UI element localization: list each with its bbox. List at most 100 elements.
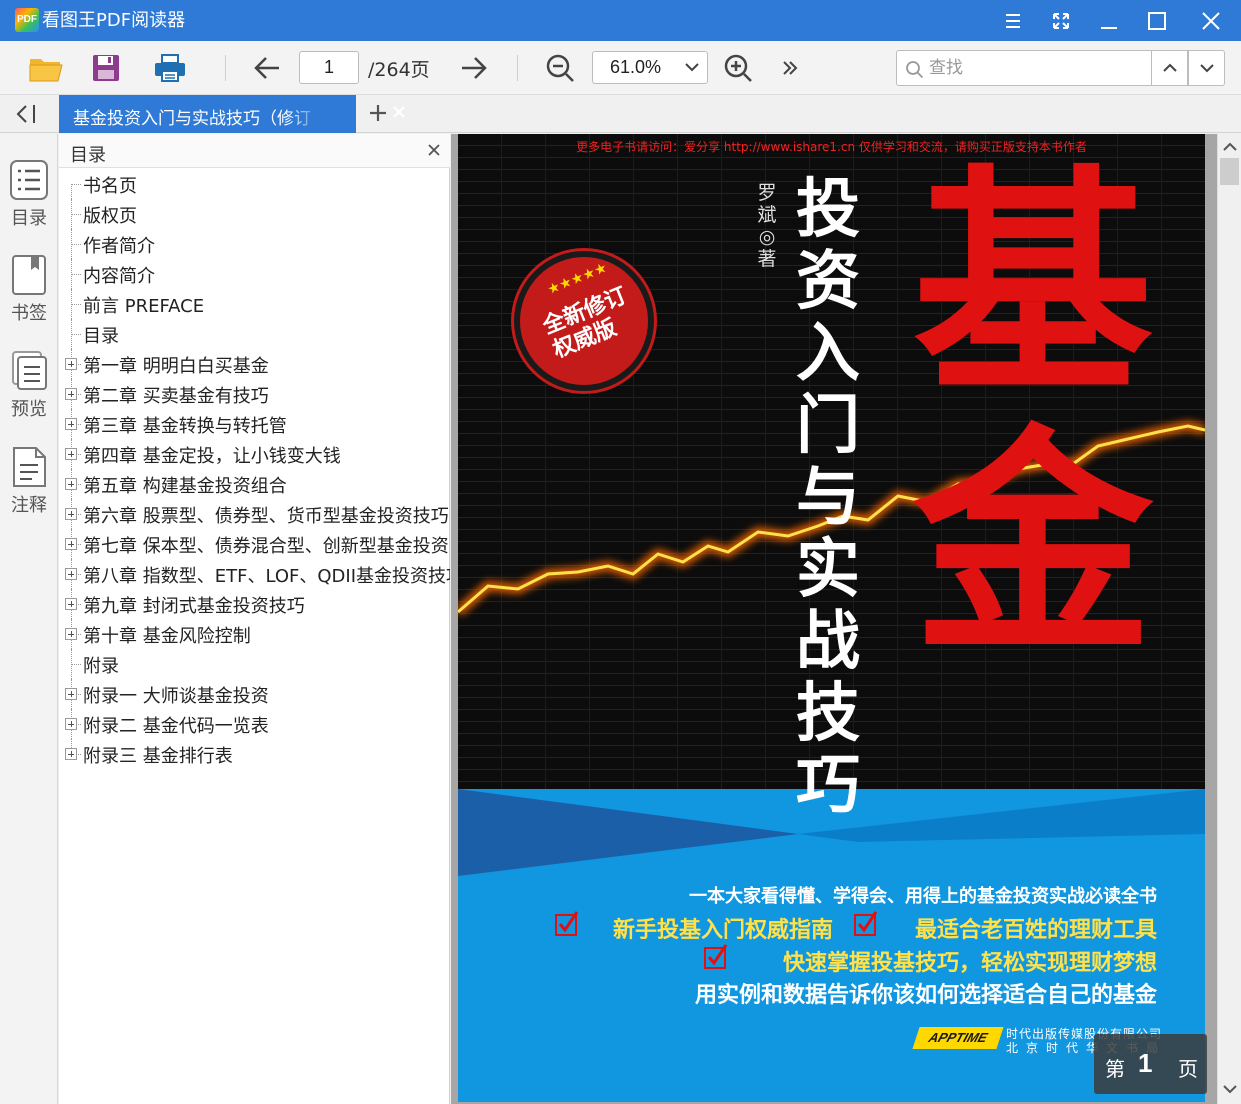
rail-label-annotations: 注释 — [11, 495, 47, 516]
toc-panel: 目录 书名页 版权页 作者简介 内容简介前言 PREFACE 目录第一章 明明白白买基金… — [59, 134, 450, 1104]
toc-title: 目录 — [70, 145, 106, 166]
maximize-button[interactable] — [1133, 0, 1181, 41]
plus-icon — [370, 105, 386, 121]
expand-icon[interactable] — [65, 718, 77, 730]
zoom-in-button[interactable] — [720, 51, 756, 85]
toc-item[interactable]: 内容简介 — [59, 259, 450, 289]
scroll-down-icon[interactable] — [1223, 1084, 1237, 1094]
page-indicator: 第 1 页 — [1094, 1034, 1207, 1094]
toc-item[interactable]: 附录二 基金代码一览表 — [59, 709, 450, 739]
pdf-page[interactable]: 更多电子书请访问：爱分享 http://www.ishare1.cn 仅供学习和… — [458, 134, 1205, 1102]
expand-icon[interactable] — [65, 448, 77, 460]
expand-icon[interactable] — [65, 508, 77, 520]
fullscreen-button[interactable] — [1037, 0, 1085, 41]
toc-item-label: 附录 — [83, 656, 119, 677]
search-field[interactable] — [896, 50, 1152, 86]
next-page-button[interactable] — [455, 51, 491, 85]
toc-item[interactable]: 作者简介 — [59, 229, 450, 259]
expand-icon[interactable] — [65, 628, 77, 640]
expand-icon[interactable] — [65, 598, 77, 610]
toc-item[interactable]: 书名页 — [59, 169, 450, 199]
toc-item[interactable]: 第九章 封闭式基金投资技巧 — [59, 589, 450, 619]
page-number-input[interactable]: 1 — [299, 51, 359, 84]
toc-item[interactable]: 第七章 保本型、债券混合型、创新型基金投资 — [59, 529, 450, 559]
save-button[interactable] — [88, 51, 124, 85]
toc-item-label: 第四章 基金定投，让小钱变大钱 — [83, 446, 341, 467]
close-panel-icon[interactable] — [428, 144, 440, 156]
toc-item-label: 附录一 大师谈基金投资 — [83, 686, 269, 707]
expand-icon[interactable] — [65, 748, 77, 760]
tree-line — [71, 274, 81, 275]
toc-item-label: 前言 PREFACE — [83, 296, 205, 317]
toc-item[interactable]: 目录 — [59, 319, 450, 349]
checkbox-icon — [854, 910, 880, 936]
scrollbar-thumb[interactable] — [1220, 158, 1239, 185]
toc-item[interactable]: 附录一 大师谈基金投资 — [59, 679, 450, 709]
minimize-button[interactable] — [1085, 0, 1133, 41]
toc-item-label: 第五章 构建基金投资组合 — [83, 476, 287, 497]
toc-item-label: 附录二 基金代码一览表 — [83, 716, 269, 737]
open-file-button[interactable] — [28, 51, 64, 85]
toc-item[interactable]: 版权页 — [59, 199, 450, 229]
rail-item-annotations[interactable]: 注释 — [0, 447, 58, 537]
toc-item[interactable]: 第十章 基金风险控制 — [59, 619, 450, 649]
toc-item-label: 第二章 买卖基金有技巧 — [83, 386, 269, 407]
collapse-sidebar-button[interactable] — [14, 103, 40, 129]
rail-item-toc[interactable]: 目录 — [0, 160, 58, 250]
toc-item[interactable]: 附录 — [59, 649, 450, 679]
cover-bottom-line: 用实例和数据告诉你该如何选择适合自己的基金 — [694, 983, 1157, 1008]
fullscreen-icon — [1053, 12, 1069, 29]
search-next-button[interactable] — [1188, 50, 1225, 86]
save-icon — [93, 55, 119, 81]
expand-icon[interactable] — [65, 418, 77, 430]
scroll-up-icon[interactable] — [1223, 142, 1237, 152]
search-input[interactable] — [929, 55, 1144, 81]
rail-label-preview: 预览 — [11, 399, 47, 420]
more-tools-button[interactable] — [772, 51, 808, 85]
toc-item-label: 第三章 基金转换与转托管 — [83, 416, 287, 437]
expand-icon[interactable] — [65, 388, 77, 400]
toc-item-label: 目录 — [83, 326, 119, 347]
toc-item[interactable]: 第二章 买卖基金有技巧 — [59, 379, 450, 409]
toc-header: 目录 — [59, 134, 450, 168]
chevron-down-icon — [1199, 64, 1214, 73]
toolbar-divider — [225, 55, 226, 81]
print-button[interactable] — [152, 51, 188, 85]
toc-item[interactable]: 第五章 构建基金投资组合 — [59, 469, 450, 499]
vertical-scrollbar[interactable] — [1217, 134, 1241, 1104]
document-viewer[interactable]: 更多电子书请访问：爱分享 http://www.ishare1.cn 仅供学习和… — [451, 134, 1217, 1104]
toc-item[interactable]: 第三章 基金转换与转托管 — [59, 409, 450, 439]
toc-item[interactable]: 第一章 明明白白买基金 — [59, 349, 450, 379]
document-tab[interactable]: 基金投资入门与实战技巧（修订 — [59, 95, 405, 133]
toc-item[interactable]: 第八章 指数型、ETF、LOF、QDII基金投资技巧 — [59, 559, 450, 589]
search-prev-button[interactable] — [1151, 50, 1188, 86]
tree-line — [71, 184, 81, 185]
toc-item-label: 第六章 股票型、债券型、货币型基金投资技巧 — [83, 506, 449, 527]
checkbox-icon — [555, 910, 581, 936]
toc-item-label: 第十章 基金风险控制 — [83, 626, 251, 647]
tree-line — [71, 214, 81, 215]
close-tab-icon[interactable] — [392, 105, 406, 119]
close-window-button[interactable] — [1187, 0, 1235, 41]
menu-button[interactable] — [989, 0, 1037, 41]
expand-icon[interactable] — [65, 358, 77, 370]
toc-item[interactable]: 前言 PREFACE — [59, 289, 450, 319]
toc-item[interactable]: 第四章 基金定投，让小钱变大钱 — [59, 439, 450, 469]
expand-icon[interactable] — [65, 688, 77, 700]
zoom-out-button[interactable] — [542, 51, 578, 85]
new-tab-button[interactable] — [368, 103, 388, 127]
expand-icon[interactable] — [65, 568, 77, 580]
expand-icon[interactable] — [65, 478, 77, 490]
rail-item-preview[interactable]: 预览 — [0, 351, 58, 441]
expand-icon[interactable] — [65, 538, 77, 550]
rail-item-bookmarks[interactable]: 书签 — [0, 255, 58, 345]
toc-item[interactable]: 第六章 股票型、债券型、货币型基金投资技巧 — [59, 499, 450, 529]
toc-item[interactable]: 附录三 基金排行表 — [59, 739, 450, 769]
zoom-select[interactable]: 61.0% — [592, 51, 708, 84]
prev-page-button[interactable] — [250, 51, 286, 85]
toc-item-label: 书名页 — [83, 176, 137, 197]
toc-item-label: 第一章 明明白白买基金 — [83, 356, 269, 377]
page-indicator-prefix: 第 — [1105, 1057, 1125, 1081]
maximize-icon — [1148, 11, 1166, 30]
app-logo-icon: PDF — [15, 8, 39, 32]
